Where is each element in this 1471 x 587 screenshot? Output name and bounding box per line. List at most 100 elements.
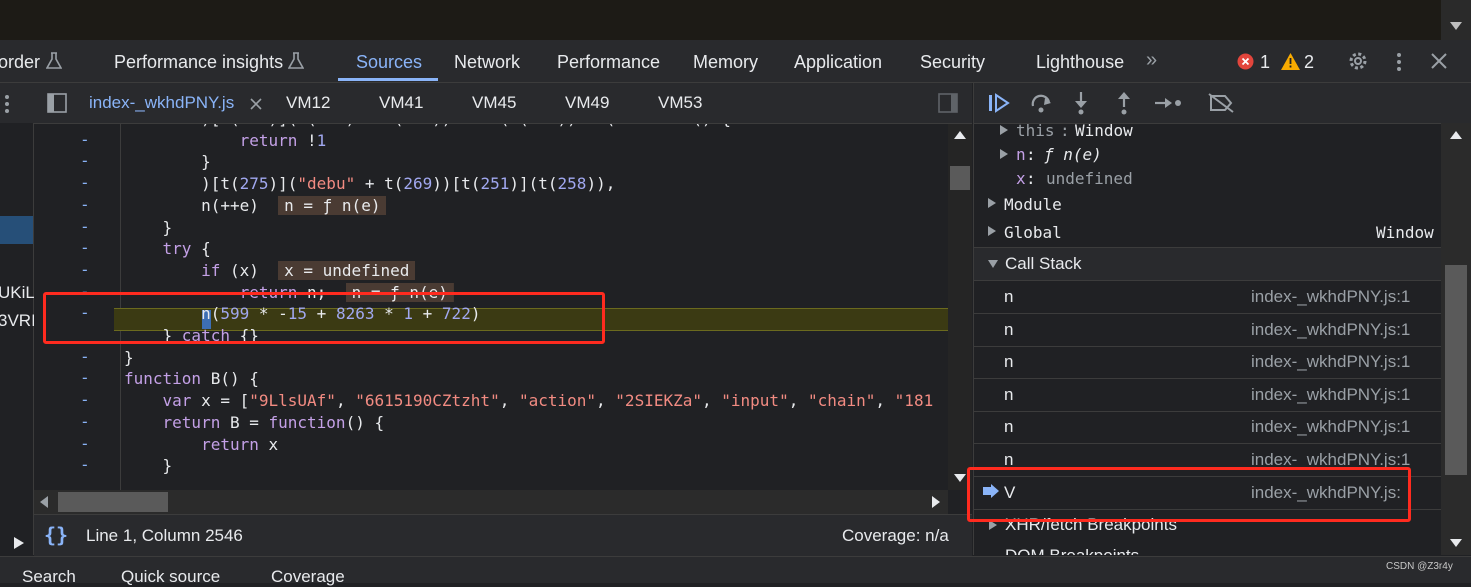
expand-arrow-icon[interactable] xyxy=(1000,149,1008,159)
scope-this-key[interactable]: this xyxy=(1016,121,1055,140)
scroll-up-arrow-icon[interactable] xyxy=(1450,131,1462,139)
tab-performance[interactable]: Performance xyxy=(557,52,660,73)
dom-breakpoints-row[interactable]: DOM Breakpoints xyxy=(974,540,1441,555)
line-gutter-marker[interactable]: - xyxy=(80,173,90,192)
frame-location[interactable]: index-_wkhdPNY.js:1 xyxy=(1251,385,1410,405)
code-line[interactable]: } xyxy=(124,151,211,173)
code-line[interactable]: )[t(275)]("debu" + t(269))[t(251)](t(258… xyxy=(124,173,615,195)
toggle-navigator-icon[interactable] xyxy=(47,93,67,113)
code-line[interactable]: function B() { xyxy=(124,368,259,390)
error-icon[interactable] xyxy=(1237,53,1254,70)
tab-application[interactable]: Application xyxy=(794,52,882,73)
pretty-print-icon[interactable]: {} xyxy=(44,523,68,547)
close-icon[interactable] xyxy=(1431,53,1447,69)
code-line[interactable]: var x = ["9LlsUAf", "6615190CZtzht", "ac… xyxy=(124,390,934,412)
warning-icon[interactable] xyxy=(1281,53,1300,70)
code-line[interactable]: } xyxy=(124,217,173,239)
tab-performance-insights[interactable]: Performance insights xyxy=(114,52,283,73)
tab-recorder[interactable]: order xyxy=(0,52,40,73)
code-line[interactable]: return !1 xyxy=(124,130,327,152)
tab-sources[interactable]: Sources xyxy=(356,52,422,73)
call-stack-frame[interactable]: n index-_wkhdPNY.js:1 xyxy=(974,346,1441,380)
line-gutter-marker[interactable]: - xyxy=(80,368,90,387)
kebab-menu-icon[interactable] xyxy=(4,95,10,113)
frame-location[interactable]: index-_wkhdPNY.js:1 xyxy=(1251,287,1410,307)
line-gutter-marker[interactable]: - xyxy=(80,238,90,257)
expand-arrow-icon[interactable] xyxy=(988,226,996,236)
scope-n-key[interactable]: n xyxy=(1016,145,1026,164)
line-gutter-marker[interactable]: - xyxy=(80,390,90,409)
scroll-down-arrow-icon[interactable] xyxy=(954,474,966,482)
scroll-thumb[interactable] xyxy=(1445,265,1467,475)
file-tab-vm41[interactable]: VM41 xyxy=(379,93,423,113)
line-gutter-marker[interactable]: - xyxy=(80,412,90,431)
toggle-debugger-icon[interactable] xyxy=(938,93,958,113)
drawer-tab-search[interactable]: Search xyxy=(22,567,76,587)
file-tab-vm49[interactable]: VM49 xyxy=(565,93,609,113)
code-line[interactable]: try { xyxy=(124,238,211,260)
code-line[interactable]: n(++e) n = ƒ n(e) xyxy=(124,195,387,217)
file-tab-vm53[interactable]: VM53 xyxy=(658,93,702,113)
top-scrollbar[interactable] xyxy=(1441,0,1471,40)
tab-network[interactable]: Network xyxy=(454,52,520,73)
file-tab-vm12[interactable]: VM12 xyxy=(286,93,330,113)
step-into-icon[interactable] xyxy=(1073,91,1089,115)
scroll-left-arrow-icon[interactable] xyxy=(40,496,48,508)
drawer-tab-quick-source[interactable]: Quick source xyxy=(121,567,220,587)
scroll-down-arrow-icon[interactable] xyxy=(1450,22,1462,30)
tab-lighthouse[interactable]: Lighthouse xyxy=(1036,52,1124,73)
editor-vertical-scrollbar[interactable] xyxy=(948,124,972,490)
warning-count[interactable]: 2 xyxy=(1304,52,1314,73)
line-gutter-marker[interactable]: - xyxy=(80,455,90,474)
scroll-thumb[interactable] xyxy=(58,492,168,512)
debugger-scrollbar[interactable] xyxy=(1441,123,1471,555)
code-line[interactable]: } xyxy=(124,455,173,477)
coverage-status[interactable]: Coverage: n/a xyxy=(842,526,949,546)
chevron-down-icon[interactable] xyxy=(988,260,998,268)
line-gutter-marker[interactable]: - xyxy=(80,130,90,149)
gear-icon[interactable] xyxy=(1347,50,1369,72)
frame-location[interactable]: index-_wkhdPNY.js:1 xyxy=(1251,320,1410,340)
line-gutter-marker[interactable]: - xyxy=(80,260,90,279)
close-tab-icon[interactable] xyxy=(250,98,262,110)
file-tab-index[interactable]: index-_wkhdPNY.js xyxy=(89,93,234,113)
scroll-right-arrow-icon[interactable] xyxy=(932,496,940,508)
code-line[interactable]: if (x) x = undefined xyxy=(124,260,416,282)
step-icon[interactable] xyxy=(1154,95,1182,111)
line-gutter-marker[interactable]: - xyxy=(80,347,90,366)
scope-module[interactable]: Module xyxy=(1004,195,1062,214)
scope-global[interactable]: Global xyxy=(1004,223,1062,242)
call-stack-frame[interactable]: n index-_wkhdPNY.js:1 xyxy=(974,281,1441,314)
code-line[interactable]: return B = function() { xyxy=(124,412,385,434)
scroll-thumb[interactable] xyxy=(950,166,970,190)
call-stack-frame[interactable]: n index-_wkhdPNY.js:1 xyxy=(974,411,1441,445)
frame-location[interactable]: index-_wkhdPNY.js:1 xyxy=(1251,352,1410,372)
drawer-tab-coverage[interactable]: Coverage xyxy=(271,567,345,587)
expand-arrow-icon[interactable] xyxy=(988,198,996,208)
scroll-up-arrow-icon[interactable] xyxy=(954,131,966,139)
more-tabs-chevron-icon[interactable]: » xyxy=(1146,49,1157,72)
frame-location[interactable]: index-_wkhdPNY.js:1 xyxy=(1251,417,1410,437)
tab-memory[interactable]: Memory xyxy=(693,52,758,73)
call-stack-frame[interactable]: n index-_wkhdPNY.js:1 xyxy=(974,314,1441,347)
resume-icon[interactable] xyxy=(988,93,1010,113)
step-out-icon[interactable] xyxy=(1116,91,1132,115)
call-stack-header[interactable]: Call Stack xyxy=(974,247,1441,281)
line-gutter-marker[interactable]: - xyxy=(80,217,90,236)
expand-arrow-icon[interactable] xyxy=(1000,125,1008,135)
code-line[interactable]: } xyxy=(124,347,134,369)
expand-arrow-icon[interactable] xyxy=(14,537,24,549)
file-tab-vm45[interactable]: VM45 xyxy=(472,93,516,113)
code-line[interactable]: return x xyxy=(124,434,278,456)
scroll-down-arrow-icon[interactable] xyxy=(1450,539,1462,547)
dom-breakpoints-section[interactable]: DOM Breakpoints xyxy=(1005,546,1139,555)
editor-horizontal-scrollbar[interactable] xyxy=(34,490,948,514)
line-gutter-marker[interactable]: - xyxy=(80,434,90,453)
call-stack-frame[interactable]: n index-_wkhdPNY.js:1 xyxy=(974,379,1441,412)
error-count[interactable]: 1 xyxy=(1260,52,1270,73)
line-gutter-marker[interactable]: - xyxy=(80,195,90,214)
deactivate-breakpoints-icon[interactable] xyxy=(1208,93,1234,113)
tab-security[interactable]: Security xyxy=(920,52,985,73)
line-gutter-marker[interactable]: - xyxy=(80,151,90,170)
step-over-icon[interactable] xyxy=(1030,92,1052,114)
